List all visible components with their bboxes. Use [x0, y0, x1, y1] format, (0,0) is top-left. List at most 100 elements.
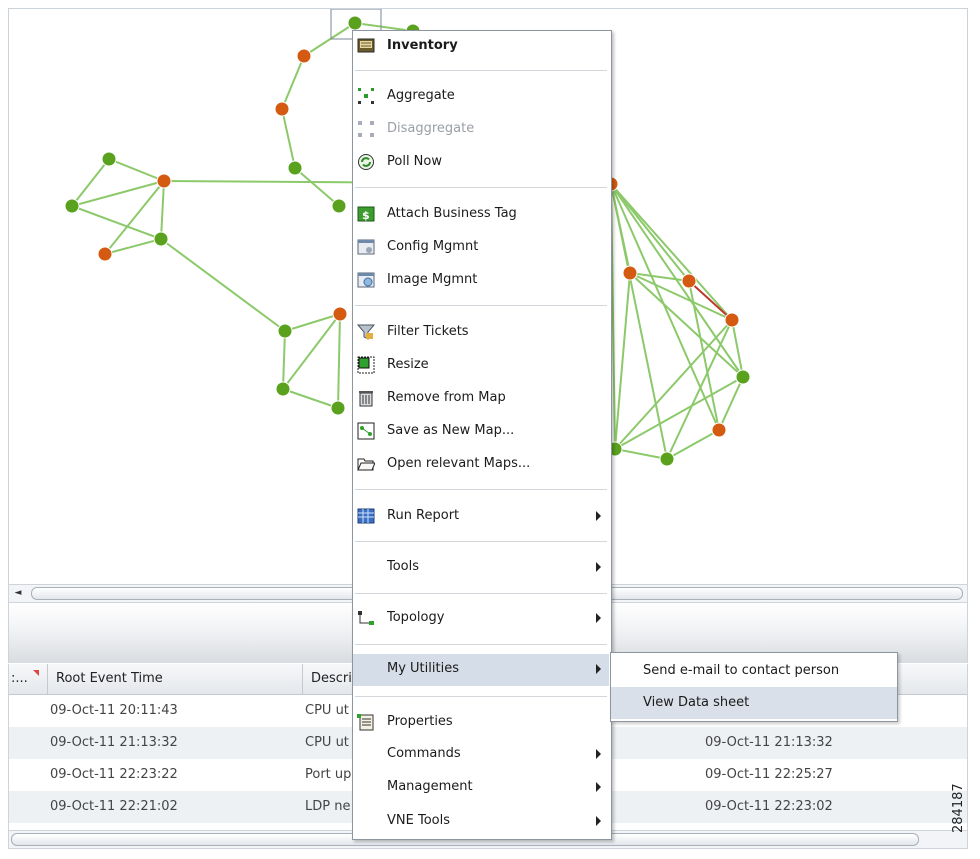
topology-link[interactable] [160, 180, 165, 240]
topology-node[interactable] [711, 422, 727, 438]
menu-item-remove-from-map[interactable]: Remove from Map [353, 383, 609, 413]
svg-text:$: $ [362, 209, 370, 222]
menu-separator [355, 644, 607, 645]
topology-node[interactable] [332, 306, 348, 322]
topology-link[interactable] [614, 376, 744, 450]
topology-node[interactable] [274, 101, 290, 117]
submenu-arrow-icon [596, 562, 601, 572]
sort-indicator-icon [33, 670, 39, 676]
topology-node[interactable] [156, 173, 172, 189]
topology-link[interactable] [281, 55, 305, 110]
topology-link[interactable] [282, 313, 341, 390]
folder-open-icon [357, 455, 376, 473]
submenu-item-view-data-sheet[interactable]: View Data sheet [611, 687, 897, 719]
scroll-left-arrow-icon[interactable]: ◄ [11, 585, 25, 602]
resize-icon [357, 356, 375, 374]
column-header-severity[interactable]: :... [9, 664, 48, 694]
topology-node[interactable] [735, 369, 751, 385]
menu-separator [355, 489, 607, 490]
submenu-arrow-icon [596, 749, 601, 759]
poll-now-icon [357, 153, 375, 171]
config-icon [357, 238, 375, 256]
topology-link[interactable] [614, 272, 631, 450]
topology-node[interactable] [64, 198, 80, 214]
topology-link[interactable] [294, 167, 340, 207]
menu-item-properties[interactable]: Properties [353, 707, 609, 737]
topology-node[interactable] [287, 160, 303, 176]
topology-node[interactable] [330, 400, 346, 416]
topology-link[interactable] [71, 205, 162, 240]
topology-node[interactable] [101, 151, 117, 167]
figure-id: 284187 [951, 783, 966, 833]
submenu-item-send-email[interactable]: Send e-mail to contact person [611, 655, 897, 687]
topology-node[interactable] [153, 231, 169, 247]
topology-link[interactable] [614, 448, 668, 460]
report-icon [357, 507, 375, 525]
menu-item-aggregate[interactable]: Aggregate [353, 81, 609, 111]
topology-node[interactable] [97, 246, 113, 262]
menu-item-save-as-new-map[interactable]: Save as New Map... [353, 416, 609, 446]
menu-item-config-mgmnt[interactable]: Config Mgmnt [353, 232, 609, 262]
topology-node[interactable] [681, 273, 697, 289]
menu-item-resize[interactable]: Resize [353, 350, 609, 380]
menu-item-commands[interactable]: Commands [353, 739, 609, 769]
menu-item-vne-tools[interactable]: VNE Tools [353, 806, 609, 836]
topology-link[interactable] [71, 158, 110, 207]
submenu-arrow-icon [596, 782, 601, 792]
topology-node[interactable] [659, 451, 675, 467]
menu-separator [355, 305, 607, 306]
topology-link[interactable] [284, 313, 341, 332]
trash-icon [357, 389, 375, 407]
topology-node[interactable] [724, 312, 740, 328]
save-map-icon [357, 422, 375, 440]
topology-link[interactable] [281, 108, 296, 169]
column-header-extra[interactable] [899, 664, 967, 694]
topology-link[interactable] [104, 238, 162, 255]
submenu-arrow-icon [596, 816, 601, 826]
topology-link[interactable] [160, 238, 286, 332]
topology-link[interactable] [610, 183, 733, 321]
menu-item-attach-business-tag[interactable]: $ Attach Business Tag [353, 199, 609, 229]
menu-label-tools: Tools [387, 559, 420, 574]
submenu-arrow-icon [596, 613, 601, 623]
menu-item-inventory[interactable]: Inventory [353, 31, 609, 61]
filter-icon [356, 323, 376, 341]
topology-node[interactable] [622, 265, 638, 281]
menu-item-poll-now[interactable]: Poll Now [353, 147, 609, 177]
menu-label-poll-now: Poll Now [387, 154, 442, 169]
menu-label-properties: Properties [387, 714, 453, 729]
menu-item-tools[interactable]: Tools [353, 552, 609, 582]
cell-description: Port up [305, 767, 352, 782]
menu-label-remove-from-map: Remove from Map [387, 390, 506, 405]
topology-node[interactable] [331, 198, 347, 214]
menu-item-run-report[interactable]: Run Report [353, 501, 609, 531]
column-header-root-event-time[interactable]: Root Event Time [48, 664, 303, 694]
menu-item-filter-tickets[interactable]: Filter Tickets [353, 317, 609, 347]
menu-label-open-relevant-maps: Open relevant Maps... [387, 456, 531, 471]
menu-item-disaggregate[interactable]: Disaggregate [353, 114, 609, 144]
topology-node[interactable] [275, 381, 291, 397]
topology-link[interactable] [282, 330, 286, 390]
menu-label-image-mgmnt: Image Mgmnt [387, 272, 478, 287]
cell-description: CPU ut [305, 823, 349, 830]
menu-separator [355, 696, 607, 697]
menu-separator [355, 187, 607, 188]
menu-item-open-relevant-maps[interactable]: Open relevant Maps... [353, 449, 609, 479]
topology-link[interactable] [282, 388, 339, 409]
topology-node[interactable] [347, 15, 363, 31]
menu-label-aggregate: Aggregate [387, 88, 455, 103]
menu-item-image-mgmnt[interactable]: Image Mgmnt [353, 265, 609, 295]
topology-link[interactable] [71, 180, 165, 207]
cell-event-time: 09-Oct-11 22:23:02 [705, 799, 833, 814]
menu-label-topology: Topology [387, 610, 445, 625]
menu-item-topology[interactable]: Topology [353, 603, 609, 633]
topology-node[interactable] [296, 48, 312, 64]
menu-item-management[interactable]: Management [353, 772, 609, 802]
topology-link[interactable] [337, 313, 341, 409]
topology-link[interactable] [108, 158, 165, 182]
topology-node[interactable] [277, 323, 293, 339]
menu-label-inventory: Inventory [387, 38, 458, 53]
menu-item-my-utilities[interactable]: My Utilities [353, 654, 609, 686]
business-tag-icon: $ [357, 205, 375, 223]
topology-link[interactable] [718, 376, 744, 431]
